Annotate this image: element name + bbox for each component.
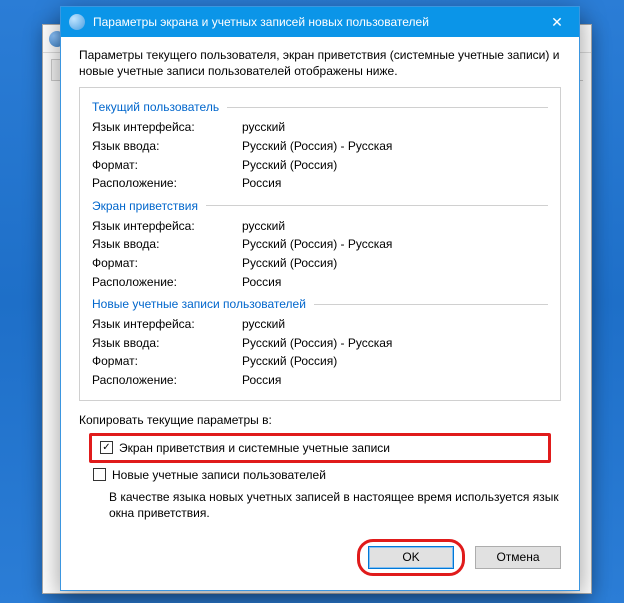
section-title: Экран приветствия (92, 199, 198, 213)
kv-val: Россия (242, 273, 548, 292)
divider (314, 304, 548, 305)
kv-val: Русский (Россия) (242, 254, 548, 273)
kv-key: Формат: (92, 352, 242, 371)
kv-key: Язык интерфейса: (92, 118, 242, 137)
kv-val: Русский (Россия) - Русская (242, 334, 548, 353)
kv-val: русский (242, 315, 548, 334)
section-title: Текущий пользователь (92, 100, 219, 114)
close-icon: ✕ (551, 14, 563, 31)
checkbox-row-welcome[interactable]: ✓ Экран приветствия и системные учетные … (98, 438, 542, 458)
section-title: Новые учетные записи пользователей (92, 297, 306, 311)
kv-row: Язык интерфейса:русский (92, 118, 548, 137)
section-header-current-user: Текущий пользователь (92, 100, 548, 114)
globe-icon (69, 14, 85, 30)
dialog-body: Параметры текущего пользователя, экран п… (61, 37, 579, 590)
kv-val: Русский (Россия) - Русская (242, 137, 548, 156)
checkbox-label: Экран приветствия и системные учетные за… (119, 441, 390, 455)
ok-button[interactable]: OK (368, 546, 454, 569)
kv-row: Язык интерфейса:русский (92, 217, 548, 236)
kv-row: Язык ввода:Русский (Россия) - Русская (92, 334, 548, 353)
highlight-ok-button: OK (357, 539, 465, 576)
kv-val: Россия (242, 174, 548, 193)
kv-row: Формат:Русский (Россия) (92, 156, 548, 175)
kv-row: Язык ввода:Русский (Россия) - Русская (92, 137, 548, 156)
divider (227, 107, 548, 108)
intro-text: Параметры текущего пользователя, экран п… (79, 47, 561, 79)
settings-dialog: Параметры экрана и учетных записей новых… (60, 6, 580, 591)
highlight-welcome-checkbox: ✓ Экран приветствия и системные учетные … (89, 433, 551, 463)
kv-val: Русский (Россия) (242, 156, 548, 175)
section-header-new-users: Новые учетные записи пользователей (92, 297, 548, 311)
kv-row: Язык интерфейса:русский (92, 315, 548, 334)
kv-key: Язык ввода: (92, 137, 242, 156)
checkbox-row-newusers[interactable]: Новые учетные записи пользователей (91, 465, 561, 485)
kv-key: Язык интерфейса: (92, 217, 242, 236)
titlebar: Параметры экрана и учетных записей новых… (61, 7, 579, 37)
kv-val: русский (242, 217, 548, 236)
checkbox-newusers[interactable] (93, 468, 106, 481)
copy-settings-label: Копировать текущие параметры в: (79, 413, 561, 427)
kv-val: Русский (Россия) (242, 352, 548, 371)
settings-groupbox: Текущий пользователь Язык интерфейса:рус… (79, 87, 561, 400)
kv-row: Формат:Русский (Россия) (92, 352, 548, 371)
hint-text: В качестве языка новых учетных записей в… (109, 489, 561, 521)
cancel-button[interactable]: Отмена (475, 546, 561, 569)
section-header-welcome-screen: Экран приветствия (92, 199, 548, 213)
kv-row: Формат:Русский (Россия) (92, 254, 548, 273)
dialog-title: Параметры экрана и учетных записей новых… (93, 15, 527, 29)
kv-key: Язык ввода: (92, 235, 242, 254)
checkbox-welcome[interactable]: ✓ (100, 441, 113, 454)
kv-key: Язык ввода: (92, 334, 242, 353)
kv-key: Формат: (92, 254, 242, 273)
kv-val: Россия (242, 371, 548, 390)
kv-val: русский (242, 118, 548, 137)
kv-row: Язык ввода:Русский (Россия) - Русская (92, 235, 548, 254)
button-row: OK Отмена (79, 539, 561, 576)
kv-row: Расположение:Россия (92, 273, 548, 292)
kv-key: Формат: (92, 156, 242, 175)
kv-row: Расположение:Россия (92, 174, 548, 193)
close-button[interactable]: ✕ (535, 7, 579, 37)
kv-key: Расположение: (92, 273, 242, 292)
kv-row: Расположение:Россия (92, 371, 548, 390)
kv-key: Расположение: (92, 174, 242, 193)
divider (206, 205, 548, 206)
checkbox-label: Новые учетные записи пользователей (112, 468, 326, 482)
kv-key: Язык интерфейса: (92, 315, 242, 334)
kv-key: Расположение: (92, 371, 242, 390)
kv-val: Русский (Россия) - Русская (242, 235, 548, 254)
